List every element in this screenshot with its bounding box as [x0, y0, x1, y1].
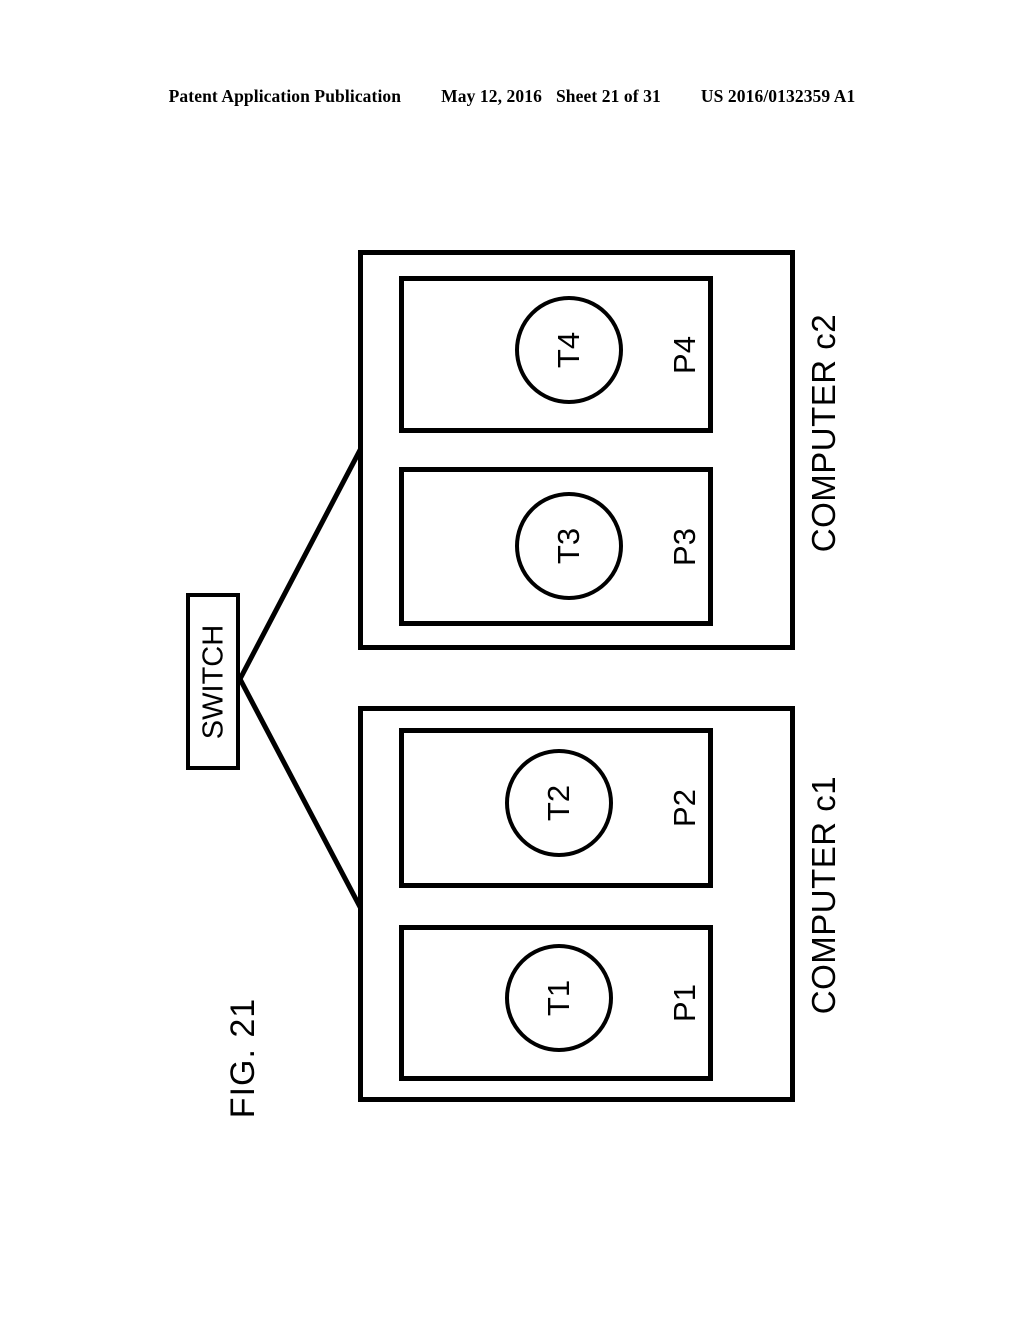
connector-lines: [236, 448, 363, 909]
process-p4-node: T4 P4: [399, 276, 713, 433]
switch-node: SWITCH: [186, 593, 240, 770]
computer-c1-label: COMPUTER c1: [805, 775, 842, 1015]
process-p3-label: P3: [667, 527, 702, 566]
computer-c2-node: T4 P4 T3 P3: [358, 250, 795, 650]
thread-t4-label: T4: [551, 331, 586, 369]
thread-t1-node: T1: [505, 944, 613, 1052]
process-p2-label: P2: [667, 789, 702, 827]
process-p4-label: P4: [667, 335, 702, 374]
thread-t2-node: T2: [505, 749, 613, 857]
thread-t2-label: T2: [541, 784, 576, 822]
figure-label: FIG. 21: [224, 997, 262, 1119]
switch-label: SWITCH: [197, 624, 230, 740]
thread-t1-label: T1: [541, 979, 576, 1017]
patent-number: US 2016/0132359 A1: [700, 86, 856, 106]
process-p1-label: P1: [667, 984, 702, 1022]
connector-switch-to-c2: [236, 448, 363, 683]
computer-c2-label: COMPUTER c2: [805, 313, 842, 553]
thread-t3-label: T3: [551, 527, 586, 565]
thread-t3-node: T3: [515, 492, 623, 600]
sheet-number: Sheet 21 of 31: [555, 86, 661, 106]
connector-switch-to-c1: [236, 675, 363, 909]
computer-c1-node: T2 P2 T1 P1: [358, 706, 795, 1102]
thread-t4-node: T4: [515, 296, 623, 404]
patent-figure-page: Patent Application Publication May 12, 20…: [0, 0, 1024, 1320]
process-p2-node: T2 P2: [399, 728, 713, 888]
publication-date: May 12, 2016: [441, 86, 542, 106]
publication-header: Patent Application Publication May 12, 20…: [0, 86, 1024, 107]
process-p1-node: T1 P1: [399, 925, 713, 1081]
publication-title: Patent Application Publication: [168, 86, 402, 106]
process-p3-node: T3 P3: [399, 467, 713, 626]
